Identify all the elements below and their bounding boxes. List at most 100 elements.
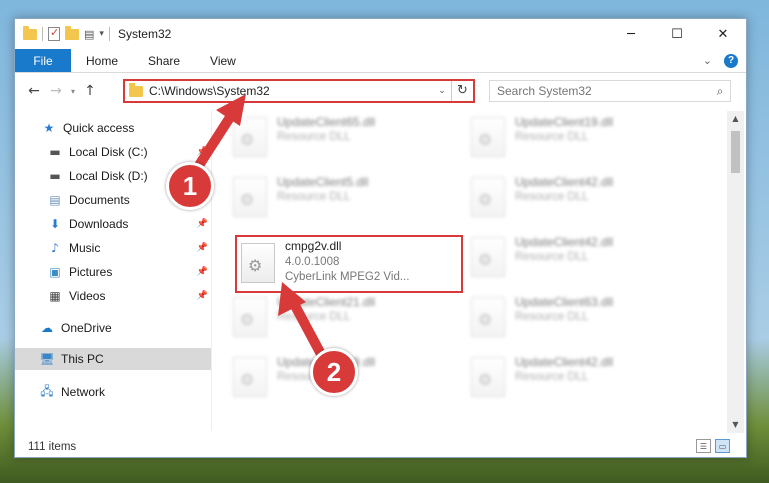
sidebar-item-label: OneDrive bbox=[61, 321, 112, 335]
dll-file-icon bbox=[471, 297, 505, 337]
step-2-badge: 2 bbox=[310, 348, 358, 396]
file-description: Resource DLL bbox=[277, 131, 351, 143]
ribbon-right: ⌄ ? bbox=[703, 49, 746, 72]
tab-home[interactable]: Home bbox=[71, 49, 133, 72]
tab-view[interactable]: View bbox=[195, 49, 251, 72]
dll-file-icon bbox=[471, 357, 505, 397]
window-title: System32 bbox=[117, 27, 172, 41]
scrollbar-thumb[interactable] bbox=[731, 131, 740, 173]
sidebar-item-label: Quick access bbox=[63, 121, 135, 135]
search-box[interactable]: ⌕ bbox=[489, 80, 731, 102]
scroll-up-icon[interactable]: ▲ bbox=[727, 111, 744, 127]
drive-icon: ▬ bbox=[49, 145, 61, 159]
large-icons-view-icon[interactable]: ▭ bbox=[715, 439, 730, 453]
sidebar-item-label: Videos bbox=[69, 289, 106, 303]
sidebar-item-onedrive[interactable]: ☁ OneDrive bbox=[15, 317, 211, 339]
sidebar-item-music[interactable]: ♪ Music 📌 bbox=[15, 237, 211, 259]
sidebar-item-label: Music bbox=[69, 241, 101, 255]
file-name: UpdateClient63.dll bbox=[515, 295, 614, 309]
computer-icon: 🖥 bbox=[39, 352, 55, 366]
star-icon: ★ bbox=[43, 121, 55, 135]
list-item-cmpg2v-dll[interactable]: cmpg2v.dll 4.0.0.1008 CyberLink MPEG2 Vi… bbox=[235, 235, 463, 293]
list-item[interactable]: UpdateClient19.dll Resource DLL bbox=[463, 111, 691, 165]
minimize-button[interactable]: ─ bbox=[608, 19, 654, 49]
list-item[interactable]: UpdateClient42.dll Resource DLL bbox=[463, 231, 691, 285]
view-icon[interactable]: ▤ bbox=[84, 28, 94, 41]
pin-icon: 📌 bbox=[196, 243, 208, 253]
file-name: UpdateClient21.dll bbox=[277, 295, 376, 309]
tab-share[interactable]: Share bbox=[133, 49, 195, 72]
file-name: UpdateClient42.dll bbox=[515, 175, 614, 189]
sidebar-item-videos[interactable]: ▦ Videos 📌 bbox=[15, 285, 211, 307]
search-input[interactable] bbox=[497, 84, 710, 98]
dll-file-icon bbox=[233, 357, 267, 397]
address-bar[interactable]: C:\Windows\System32 ⌄ ↻ bbox=[123, 79, 475, 103]
sidebar-item-quick-access[interactable]: ★ Quick access bbox=[15, 117, 211, 139]
sidebar-item-network[interactable]: 🖧 Network bbox=[15, 381, 211, 403]
dll-file-icon bbox=[233, 297, 267, 337]
file-name: UpdateClient5.dll bbox=[277, 175, 369, 189]
dll-file-icon bbox=[471, 117, 505, 157]
dll-file-icon bbox=[233, 177, 267, 217]
vertical-scrollbar[interactable]: ▲ ▼ bbox=[727, 111, 744, 433]
close-button[interactable]: ✕ bbox=[700, 19, 746, 49]
sidebar-item-this-pc[interactable]: 🖥 This PC bbox=[15, 348, 211, 370]
pin-icon: 📌 bbox=[196, 219, 208, 229]
sidebar-item-label: Documents bbox=[69, 193, 130, 207]
recent-locations-icon[interactable]: ▾ bbox=[67, 87, 79, 96]
step-1-badge: 1 bbox=[166, 162, 214, 210]
up-arrow-icon[interactable]: ↑ bbox=[79, 83, 101, 99]
file-list: UpdateClient65.dll Resource DLL UpdateCli… bbox=[213, 111, 725, 433]
music-icon: ♪ bbox=[51, 241, 59, 255]
list-item[interactable]: UpdateClient21.dll Resource DLL bbox=[225, 291, 453, 345]
address-dropdown-icon[interactable]: ⌄ bbox=[433, 86, 451, 96]
folder-icon bbox=[129, 82, 143, 97]
properties-icon[interactable] bbox=[48, 26, 60, 41]
address-path[interactable]: C:\Windows\System32 bbox=[149, 84, 433, 98]
tab-file[interactable]: File bbox=[15, 49, 71, 72]
explorer-window: ▤ ▾ System32 ─ ☐ ✕ File Home Share View … bbox=[14, 18, 747, 458]
forward-arrow-icon[interactable]: → bbox=[45, 83, 67, 99]
dll-file-icon bbox=[233, 117, 267, 157]
sidebar-item-label: This PC bbox=[61, 352, 104, 366]
cloud-icon: ☁ bbox=[41, 321, 53, 335]
scroll-down-icon[interactable]: ▼ bbox=[727, 417, 744, 433]
status-bar: 111 items ☰ ▭ bbox=[15, 437, 746, 457]
list-item[interactable]: UpdateClient5.dll Resource DLL bbox=[225, 171, 453, 225]
refresh-icon[interactable]: ↻ bbox=[451, 81, 473, 101]
details-view-icon[interactable]: ☰ bbox=[696, 439, 711, 453]
view-switcher: ☰ ▭ bbox=[696, 439, 730, 453]
sidebar-item-label: Network bbox=[61, 385, 106, 399]
file-description: Resource DLL bbox=[515, 371, 589, 383]
sidebar-item-local-disk-c[interactable]: ▬ Local Disk (C:) 📌 bbox=[15, 141, 211, 163]
list-item[interactable]: UpdateClient42.dll Resource DLL bbox=[463, 171, 691, 225]
sidebar-item-downloads[interactable]: ⬇ Downloads 📌 bbox=[15, 213, 211, 235]
file-description: Resource DLL bbox=[515, 131, 589, 143]
maximize-button[interactable]: ☐ bbox=[654, 19, 700, 49]
file-name: UpdateClient42.dll bbox=[515, 355, 614, 369]
file-version: 4.0.0.1008 bbox=[285, 255, 340, 268]
folder-icon[interactable] bbox=[23, 25, 37, 40]
customize-dropdown-icon[interactable]: ▾ bbox=[99, 29, 104, 39]
back-arrow-icon[interactable]: ← bbox=[23, 83, 45, 99]
file-name: cmpg2v.dll bbox=[285, 239, 342, 253]
sidebar-item-pictures[interactable]: ▣ Pictures 📌 bbox=[15, 261, 211, 283]
drive-icon: ▬ bbox=[49, 169, 61, 183]
help-icon[interactable]: ? bbox=[724, 53, 738, 68]
new-folder-icon[interactable] bbox=[65, 25, 79, 40]
dll-file-icon bbox=[471, 177, 505, 217]
sidebar-item-label: Local Disk (D:) bbox=[69, 169, 148, 183]
dll-file-icon bbox=[241, 243, 275, 283]
pane-divider bbox=[211, 111, 212, 431]
file-description: CyberLink MPEG2 Vid... bbox=[285, 271, 410, 283]
list-item[interactable]: UpdateClient65.dll Resource DLL bbox=[225, 111, 453, 165]
list-item[interactable]: UpdateClient63.dll Resource DLL bbox=[463, 291, 691, 345]
expand-ribbon-icon[interactable]: ⌄ bbox=[703, 54, 712, 67]
file-name: UpdateClient42.dll bbox=[515, 235, 614, 249]
network-icon: 🖧 bbox=[40, 383, 54, 398]
file-description: Resource DLL bbox=[515, 191, 589, 203]
search-icon[interactable]: ⌕ bbox=[710, 84, 730, 99]
dll-file-icon bbox=[471, 237, 505, 277]
list-item[interactable]: UpdateClient42.dll Resource DLL bbox=[463, 351, 691, 405]
file-description: Resource DLL bbox=[515, 251, 589, 263]
